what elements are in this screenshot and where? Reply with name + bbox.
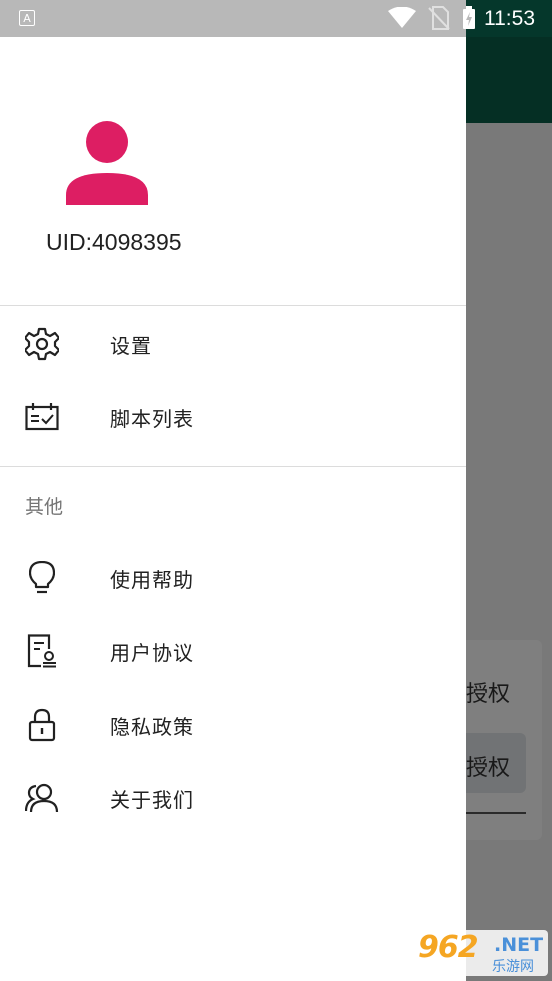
watermark-number: 962 [418, 930, 479, 965]
menu-item-about-us[interactable]: 关于我们 [0, 770, 466, 826]
watermark-subtitle: 乐游网 [492, 959, 534, 975]
navigation-drawer: UID:4098395 设置 脚本列表 其他 使用帮助 用户协议 隐私政策 关于… [0, 37, 466, 981]
no-sim-icon [428, 6, 450, 34]
user-uid: UID:4098395 [46, 229, 182, 255]
menu-item-label: 脚本列表 [110, 406, 194, 431]
menu-item-label: 用户协议 [110, 640, 194, 665]
agreement-icon [25, 634, 59, 668]
divider [0, 466, 466, 467]
script-list-icon [25, 400, 59, 434]
watermark-suffix: .NET [494, 934, 544, 956]
menu-item-label: 隐私政策 [110, 714, 194, 739]
menu-item-user-agreement[interactable]: 用户协议 [0, 623, 466, 679]
menu-item-label: 关于我们 [110, 787, 194, 812]
menu-item-privacy-policy[interactable]: 隐私政策 [0, 697, 466, 753]
status-bar: A 11:53 [0, 0, 552, 37]
divider [0, 305, 466, 306]
watermark-logo: 962 .NET 乐游网 [412, 930, 548, 976]
lock-icon [25, 708, 59, 742]
menu-item-script-list[interactable]: 脚本列表 [0, 389, 466, 445]
wifi-icon [388, 6, 416, 33]
menu-item-settings[interactable]: 设置 [0, 316, 466, 372]
gear-icon [25, 327, 59, 361]
people-icon [25, 781, 59, 815]
lightbulb-icon [25, 561, 59, 595]
avatar-icon[interactable] [62, 121, 152, 209]
battery-charging-icon [462, 6, 476, 34]
menu-item-label: 设置 [110, 333, 152, 358]
menu-item-help[interactable]: 使用帮助 [0, 550, 466, 606]
status-time: 11:53 [484, 7, 535, 30]
section-title-other: 其他 [25, 496, 64, 518]
menu-item-label: 使用帮助 [110, 567, 194, 592]
status-icons [388, 6, 476, 34]
notification-a-icon: A [19, 10, 35, 26]
